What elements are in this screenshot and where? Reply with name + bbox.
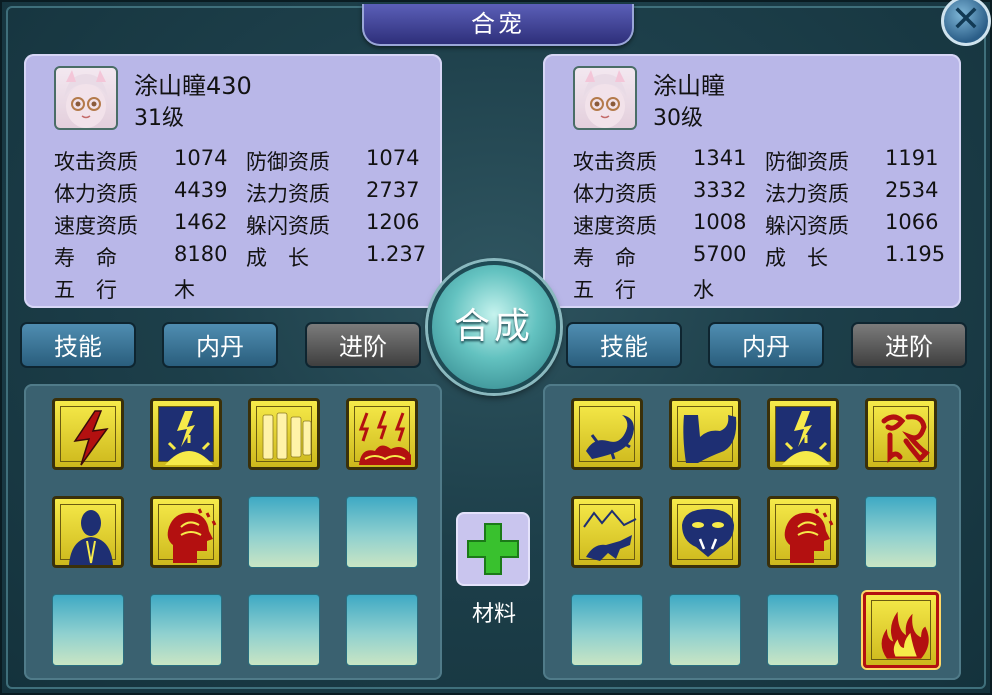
empty-skill-slot[interactable] <box>346 594 418 666</box>
storm-cloud-icon[interactable] <box>346 398 418 470</box>
stamina-label: 体力资质 <box>54 182 138 206</box>
empty-skill-slot[interactable] <box>248 496 320 568</box>
glyph-icon[interactable] <box>865 398 937 470</box>
wolf-mountain-icon[interactable] <box>571 496 643 568</box>
stamina-value: 4439 <box>174 178 228 202</box>
element-label: 五 行 <box>54 278 117 302</box>
lightning-bolt-icon[interactable] <box>52 398 124 470</box>
window-title: 合宠 <box>362 4 634 46</box>
right-tab-advance[interactable]: 进阶 <box>851 322 967 368</box>
lizard-icon[interactable] <box>571 398 643 470</box>
right-pet-avatar[interactable] <box>573 66 637 130</box>
defense-label: 防御资质 <box>246 150 330 174</box>
magic-label: 法力资质 <box>765 182 849 206</box>
element-value: 水 <box>693 278 714 302</box>
empty-skill-slot[interactable] <box>248 594 320 666</box>
empty-skill-slot[interactable] <box>767 594 839 666</box>
mind-head-icon[interactable] <box>767 496 839 568</box>
scroll-icon[interactable] <box>248 398 320 470</box>
dodge-value: 1066 <box>885 210 939 234</box>
flame-icon[interactable] <box>863 592 939 668</box>
plus-icon <box>467 523 519 575</box>
right-pet-info-panel: 涂山瞳 30级 攻击资质 1341 防御资质 1191 体力资质 3332 法力… <box>543 54 961 308</box>
growth-value: 1.195 <box>885 242 946 266</box>
dodge-label: 躲闪资质 <box>246 214 330 238</box>
stamina-value: 3332 <box>693 178 747 202</box>
defense-value: 1074 <box>366 146 420 170</box>
empty-skill-slot[interactable] <box>346 496 418 568</box>
left-tab-inner-pill[interactable]: 内丹 <box>162 322 278 368</box>
left-tab-advance[interactable]: 进阶 <box>305 322 421 368</box>
speed-value: 1462 <box>174 210 228 234</box>
speed-label: 速度资质 <box>573 214 657 238</box>
magic-value: 2534 <box>885 178 939 202</box>
snake-head-icon[interactable] <box>669 496 741 568</box>
attack-label: 攻击资质 <box>573 150 657 174</box>
speed-label: 速度资质 <box>54 214 138 238</box>
material-slot[interactable] <box>456 512 530 586</box>
merge-button[interactable]: 合成 <box>428 261 560 393</box>
defense-value: 1191 <box>885 146 939 170</box>
empty-skill-slot[interactable] <box>150 594 222 666</box>
element-value: 木 <box>174 278 195 302</box>
strong-arm-icon[interactable] <box>669 398 741 470</box>
attack-value: 1341 <box>693 146 747 170</box>
dodge-value: 1206 <box>366 210 420 234</box>
left-pet-avatar[interactable] <box>54 66 118 130</box>
dodge-label: 躲闪资质 <box>765 214 849 238</box>
left-pet-name: 涂山瞳430 <box>134 72 252 100</box>
speed-value: 1008 <box>693 210 747 234</box>
magic-label: 法力资质 <box>246 182 330 206</box>
right-tab-inner-pill[interactable]: 内丹 <box>708 322 824 368</box>
material-label: 材料 <box>471 602 516 627</box>
right-pet-level: 30级 <box>653 106 703 131</box>
sun-lightning-icon[interactable] <box>767 398 839 470</box>
attack-value: 1074 <box>174 146 228 170</box>
empty-skill-slot[interactable] <box>571 594 643 666</box>
empty-skill-slot[interactable] <box>669 594 741 666</box>
life-value: 5700 <box>693 242 747 266</box>
growth-label: 成 长 <box>765 246 828 270</box>
life-label: 寿 命 <box>573 246 636 270</box>
empty-skill-slot[interactable] <box>52 594 124 666</box>
life-value: 8180 <box>174 242 228 266</box>
defense-label: 防御资质 <box>765 150 849 174</box>
left-skill-grid <box>24 384 442 680</box>
attack-label: 攻击资质 <box>54 150 138 174</box>
left-pet-level: 31级 <box>134 106 184 131</box>
right-pet-name: 涂山瞳 <box>653 72 725 100</box>
right-tab-skills[interactable]: 技能 <box>566 322 682 368</box>
praying-figure-icon[interactable] <box>52 496 124 568</box>
mind-head-icon[interactable] <box>150 496 222 568</box>
stamina-label: 体力资质 <box>573 182 657 206</box>
element-label: 五 行 <box>573 278 636 302</box>
growth-value: 1.237 <box>366 242 427 266</box>
growth-label: 成 长 <box>246 246 309 270</box>
sun-lightning-icon[interactable] <box>150 398 222 470</box>
right-skill-grid <box>543 384 961 680</box>
life-label: 寿 命 <box>54 246 117 270</box>
magic-value: 2737 <box>366 178 420 202</box>
left-tab-skills[interactable]: 技能 <box>20 322 136 368</box>
empty-skill-slot[interactable] <box>865 496 937 568</box>
left-pet-info-panel: 涂山瞳430 31级 攻击资质 1074 防御资质 1074 体力资质 4439… <box>24 54 442 308</box>
